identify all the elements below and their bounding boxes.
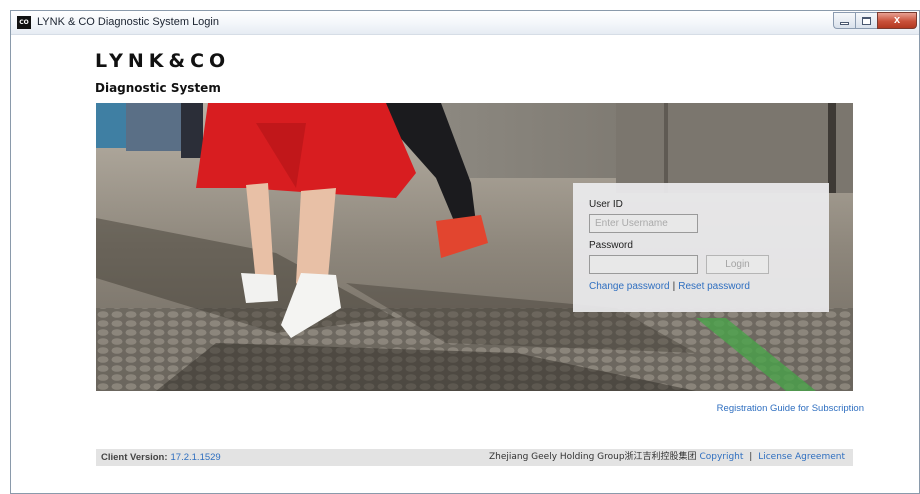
- client-version-value: 17.2.1.1529: [170, 452, 221, 463]
- hero-image: User ID Password Login Change password|R…: [96, 103, 853, 391]
- page-subtitle: Diagnostic System: [95, 81, 221, 95]
- password-links: Change password | Reset password: [589, 281, 750, 292]
- window-title: LYNK & CO Diagnostic System Login: [37, 16, 219, 28]
- footer-separator: |: [749, 452, 753, 462]
- password-input[interactable]: [589, 255, 698, 274]
- login-panel: User ID Password Login Change password|R…: [573, 183, 829, 312]
- username-input[interactable]: [589, 214, 698, 233]
- maximize-button[interactable]: [855, 12, 877, 29]
- password-label: Password: [589, 240, 633, 251]
- footer-links: Zhejiang Geely Holding Group浙江吉利控股集团 Cop…: [489, 449, 845, 466]
- app-logo-icon: CO: [17, 16, 31, 29]
- footer-bar: Client Version: 17.2.1.1529 Zhejiang Geel…: [96, 449, 853, 466]
- company-name: Zhejiang Geely Holding Group浙江吉利控股集团: [488, 452, 697, 462]
- close-button[interactable]: x: [877, 12, 917, 29]
- license-agreement-link[interactable]: License Agreement: [758, 452, 845, 462]
- title-bar[interactable]: CO LYNK & CO Diagnostic System Login x: [11, 11, 919, 35]
- minimize-button[interactable]: [833, 12, 855, 29]
- window-controls: x: [833, 12, 917, 29]
- registration-guide-link[interactable]: Registration Guide for Subscription: [717, 403, 864, 414]
- maximize-icon: [862, 17, 871, 25]
- minimize-icon: [840, 22, 849, 25]
- close-icon: x: [893, 14, 901, 26]
- user-id-label: User ID: [589, 199, 623, 210]
- brand-logo: LYNK&CO: [95, 50, 231, 72]
- reset-password-link[interactable]: Reset password: [678, 281, 750, 292]
- client-version-label: Client Version:: [101, 452, 168, 463]
- login-button[interactable]: Login: [706, 255, 769, 274]
- change-password-link[interactable]: Change password: [589, 281, 670, 292]
- link-separator: |: [672, 281, 676, 292]
- client-version: Client Version: 17.2.1.1529: [101, 449, 221, 466]
- copyright-link[interactable]: Copyright: [699, 452, 743, 462]
